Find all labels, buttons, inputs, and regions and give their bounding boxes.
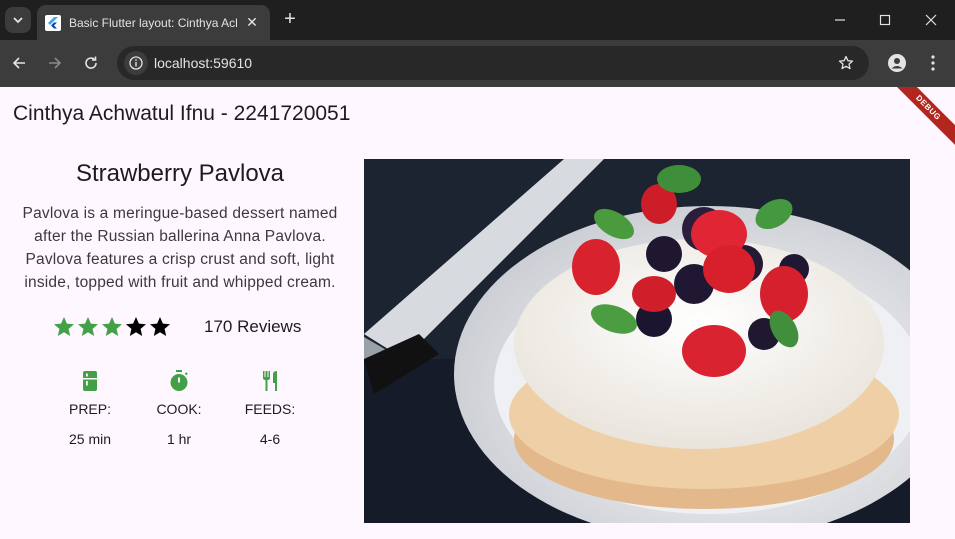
arrow-right-icon — [49, 57, 62, 69]
back-button[interactable] — [6, 50, 32, 76]
recipe-title: Strawberry Pavlova — [75, 160, 285, 187]
star-empty-icon — [150, 317, 170, 336]
browser-toolbar: localhost:59610 — [0, 40, 955, 87]
url-text: localhost:59610 — [154, 55, 253, 71]
star-filled-icon — [54, 317, 74, 336]
browser-tab[interactable]: Basic Flutter layout: Cinthya Achwatul I… — [37, 5, 270, 40]
restaurant-icon — [263, 371, 277, 391]
reviews-count: 170 Reviews — [204, 317, 302, 336]
browser-tab-strip: Basic Flutter layout: Cinthya Achwatul I… — [0, 0, 955, 40]
more-vert-icon — [931, 55, 935, 71]
flutter-icon — [45, 14, 61, 31]
tab-search-button[interactable] — [5, 7, 31, 33]
app-bar-title: Cinthya Achwatul Ifnu - 2241720051 — [13, 102, 351, 125]
star-rating — [52, 315, 172, 339]
browser-menu-button[interactable] — [920, 50, 946, 76]
minimize-button[interactable] — [825, 6, 855, 34]
tab-title: Basic Flutter layout: Cinthya Achwatul I… — [69, 15, 237, 30]
recipe-description: Pavlova is a meringue-based dessert name… — [22, 205, 338, 291]
info-feeds: FEEDS: 4-6 — [230, 369, 310, 447]
maximize-button[interactable] — [870, 6, 900, 34]
star-filled-icon — [102, 317, 122, 336]
minimize-icon — [835, 19, 845, 21]
maximize-icon — [879, 14, 891, 26]
info-value: 25 min — [68, 431, 112, 447]
info-value: 1 hr — [166, 431, 192, 447]
info-cook: COOK: 1 hr — [139, 369, 219, 447]
rating-row: 170 Reviews — [52, 314, 322, 340]
app-viewport: Cinthya Achwatul Ifnu - 2241720051 DEBUG… — [0, 87, 955, 539]
forward-button[interactable] — [42, 50, 68, 76]
kitchen-icon — [83, 371, 97, 391]
close-window-button[interactable] — [916, 6, 946, 34]
info-label: PREP: — [68, 401, 111, 417]
debug-banner: DEBUG — [884, 87, 955, 152]
reload-icon — [85, 56, 97, 69]
info-prep: PREP: 25 min — [50, 369, 130, 447]
reload-button[interactable] — [78, 50, 104, 76]
pavlova-image — [364, 159, 910, 523]
chevron-down-icon — [13, 17, 23, 24]
info-row: PREP: 25 min COOK: 1 hr FEEDS: 4-6 — [52, 369, 322, 449]
bookmark-button[interactable] — [835, 52, 857, 74]
star-empty-icon — [126, 317, 146, 336]
close-icon — [925, 14, 937, 26]
info-value: 4-6 — [259, 431, 281, 447]
site-info-button[interactable] — [124, 51, 148, 75]
info-label: COOK: — [156, 401, 202, 417]
close-tab-icon[interactable]: ✕ — [243, 14, 261, 31]
arrow-left-icon — [12, 57, 25, 69]
person-icon — [888, 54, 906, 72]
address-bar[interactable]: localhost:59610 — [117, 46, 869, 80]
info-label: FEEDS: — [244, 401, 296, 417]
star-outline-icon — [838, 55, 854, 70]
profile-button[interactable] — [884, 50, 910, 76]
new-tab-button[interactable]: + — [278, 8, 302, 32]
timer-icon — [170, 370, 188, 391]
info-icon — [129, 56, 143, 70]
star-filled-icon — [78, 317, 98, 336]
